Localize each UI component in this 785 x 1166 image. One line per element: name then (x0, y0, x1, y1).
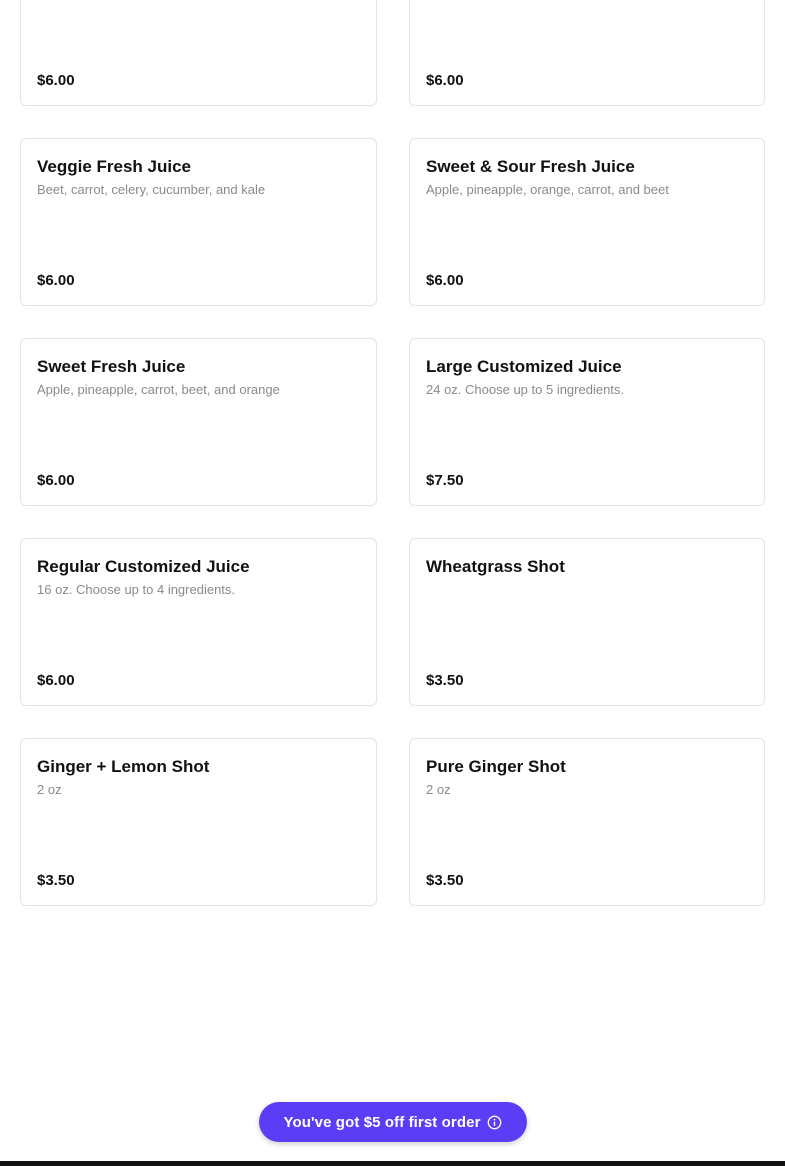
first-order-promo-button[interactable]: You've got $5 off first order (259, 1102, 527, 1142)
menu-item-card[interactable]: $6.00 (20, 0, 377, 106)
item-title: Wheatgrass Shot (426, 557, 565, 576)
item-description: 2 oz (37, 782, 62, 797)
item-price: $7.50 (426, 472, 464, 489)
menu-item-card[interactable]: Veggie Fresh Juice Beet, carrot, celery,… (20, 138, 377, 306)
item-description: Apple, pineapple, carrot, beet, and oran… (37, 382, 280, 397)
menu-item-card[interactable]: Sweet Fresh Juice Apple, pineapple, carr… (20, 338, 377, 506)
item-price: $3.50 (37, 872, 75, 889)
menu-item-card[interactable]: Ginger + Lemon Shot 2 oz $3.50 (20, 738, 377, 906)
item-title: Large Customized Juice (426, 357, 622, 376)
item-title: Sweet & Sour Fresh Juice (426, 157, 635, 176)
info-icon[interactable] (487, 1114, 503, 1130)
item-title: Regular Customized Juice (37, 557, 250, 576)
menu-item-card[interactable]: Sweet & Sour Fresh Juice Apple, pineappl… (409, 138, 765, 306)
item-title: Ginger + Lemon Shot (37, 757, 210, 776)
item-price: $6.00 (426, 272, 464, 289)
menu-item-card[interactable]: Wheatgrass Shot $3.50 (409, 538, 765, 706)
item-price: $6.00 (426, 72, 464, 89)
item-description: Apple, pineapple, orange, carrot, and be… (426, 182, 669, 197)
item-price: $6.00 (37, 672, 75, 689)
item-description: 24 oz. Choose up to 5 ingredients. (426, 382, 625, 397)
item-title: Veggie Fresh Juice (37, 157, 192, 176)
item-description: Beet, carrot, celery, cucumber, and kale (37, 182, 266, 197)
item-price: $6.00 (37, 272, 75, 289)
menu-item-card[interactable]: Pure Ginger Shot 2 oz $3.50 (409, 738, 765, 906)
item-price: $3.50 (426, 872, 464, 889)
menu-item-card[interactable]: Large Customized Juice 24 oz. Choose up … (409, 338, 765, 506)
item-price: $3.50 (426, 672, 464, 689)
item-description: 2 oz (426, 782, 451, 797)
menu-grid: $6.00 $6.00 Veggie Fresh Juice Beet, car… (20, 0, 765, 906)
menu-item-card[interactable]: Regular Customized Juice 16 oz. Choose u… (20, 538, 377, 706)
menu-item-card[interactable]: $6.00 (409, 0, 765, 106)
item-title: Sweet Fresh Juice (37, 357, 186, 376)
item-title: Pure Ginger Shot (426, 757, 566, 776)
item-price: $6.00 (37, 72, 75, 89)
item-description: 16 oz. Choose up to 4 ingredients. (37, 582, 236, 597)
promo-label: You've got $5 off first order (283, 1113, 481, 1131)
item-price: $6.00 (37, 472, 75, 489)
bottom-edge-bar (0, 1161, 785, 1166)
